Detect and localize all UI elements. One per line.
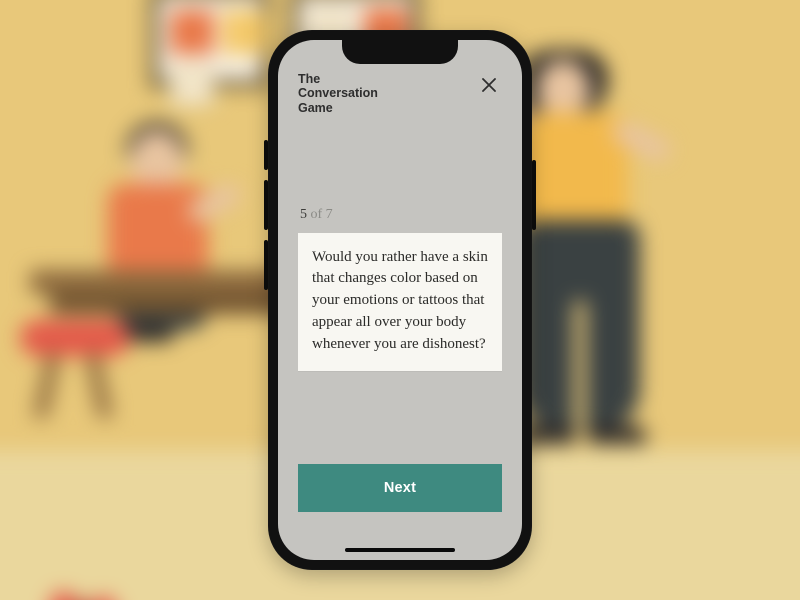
app-title: The Conversation Game bbox=[298, 72, 398, 115]
next-button[interactable]: Next bbox=[298, 464, 502, 512]
phone-screen: The Conversation Game 5 of 7 Would you r… bbox=[278, 40, 522, 560]
progress-indicator: 5 of 7 bbox=[298, 207, 502, 223]
phone-device-frame: The Conversation Game 5 of 7 Would you r… bbox=[268, 30, 532, 570]
progress-current: 5 bbox=[300, 207, 307, 222]
progress-separator: of bbox=[307, 207, 326, 222]
phone-notch bbox=[342, 40, 458, 64]
app-header: The Conversation Game bbox=[298, 72, 502, 122]
close-button[interactable] bbox=[476, 72, 502, 98]
app-root: The Conversation Game 5 of 7 Would you r… bbox=[278, 40, 522, 560]
question-area: 5 of 7 Would you rather have a skin that… bbox=[298, 122, 502, 464]
phone-side-button-volume-down bbox=[264, 240, 268, 290]
phone-side-button-right bbox=[532, 160, 536, 230]
phone-side-button-silence bbox=[264, 140, 268, 170]
home-indicator[interactable] bbox=[345, 548, 455, 552]
phone-side-button-volume-up bbox=[264, 180, 268, 230]
progress-total: 7 bbox=[326, 207, 333, 222]
close-icon bbox=[482, 78, 496, 92]
question-card: Would you rather have a skin that change… bbox=[298, 233, 502, 372]
